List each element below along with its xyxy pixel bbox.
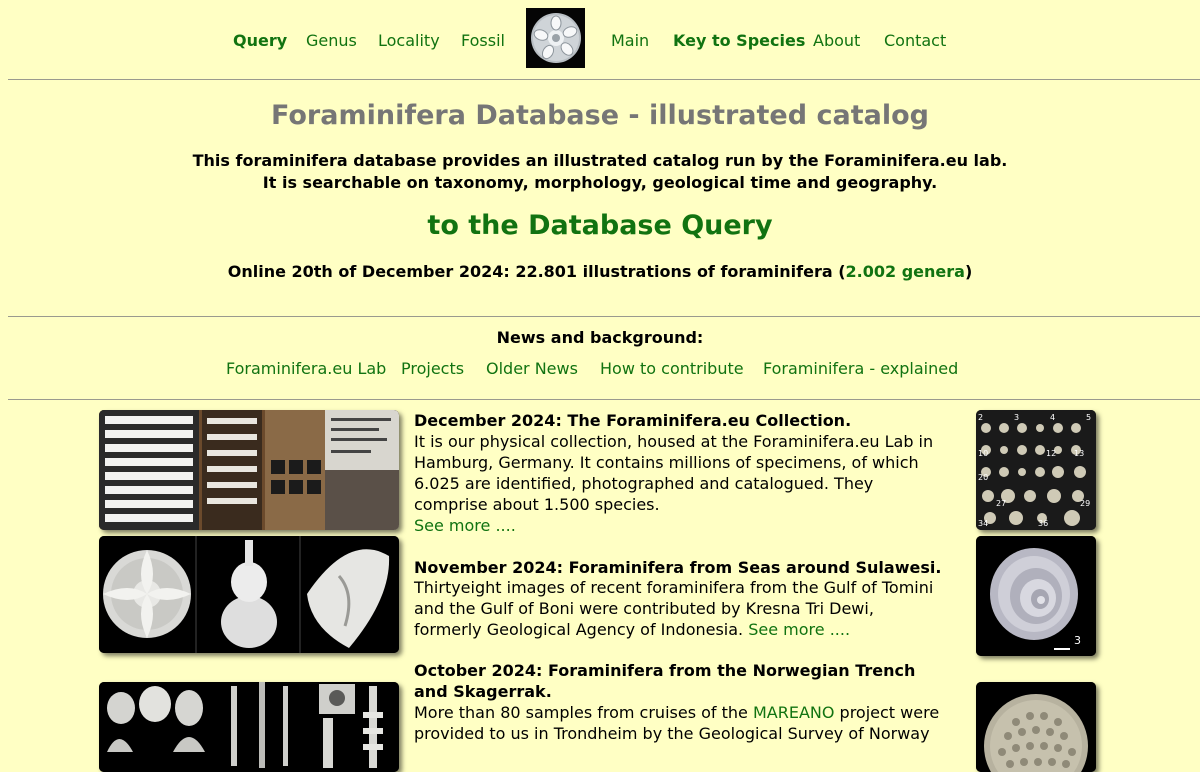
- intro-line-1: This foraminifera database provides an i…: [192, 151, 1008, 170]
- news-link-foraminifera-explained[interactable]: Foraminifera - explained: [763, 358, 958, 380]
- database-query-link[interactable]: to the Database Query: [0, 209, 1200, 243]
- genera-link[interactable]: 2.002 genera: [846, 262, 965, 281]
- entry-body: Thirtyeight images of recent foraminifer…: [414, 577, 944, 640]
- entry-text: Thirtyeight images of recent foraminifer…: [414, 578, 934, 639]
- grid-number: 27: [996, 499, 1006, 508]
- intro-line-2: It is searchable on taxonomy, morphology…: [262, 173, 938, 192]
- nav-fossil[interactable]: Fossil: [461, 31, 505, 51]
- grid-number: 3: [1014, 413, 1019, 422]
- entry-body: More than 80 samples from cruises of the…: [414, 702, 944, 744]
- entry-text: More than 80 samples from cruises of the: [414, 703, 753, 722]
- news-link-how-to-contribute[interactable]: How to contribute: [600, 358, 744, 380]
- slide-grid-image[interactable]: 2 3 4 5 10 12 13 20 27 29 34 36: [976, 410, 1096, 530]
- mareano-link[interactable]: MAREANO: [753, 703, 834, 722]
- divider: [8, 316, 1200, 317]
- grid-number: 5: [1086, 413, 1091, 422]
- entry-title: October 2024: Foraminifera from the Norw…: [414, 661, 916, 701]
- nav-locality[interactable]: Locality: [378, 31, 440, 51]
- nav-about[interactable]: About: [813, 31, 860, 51]
- grid-number: 29: [1080, 499, 1090, 508]
- grid-number: 36: [1038, 519, 1048, 528]
- sulawesi-foraminifera-image[interactable]: [99, 536, 399, 653]
- top-navigation: Query Genus Locality Fossil Main Key to …: [0, 0, 1200, 80]
- entry-text: It is our physical collection, housed at…: [414, 432, 934, 514]
- grid-number: 4: [1050, 413, 1055, 422]
- grid-number: 2: [978, 413, 983, 422]
- nav-contact[interactable]: Contact: [884, 31, 946, 51]
- page-title: Foraminifera Database - illustrated cata…: [271, 100, 929, 131]
- entry-body: It is our physical collection, housed at…: [414, 431, 944, 536]
- divider: [8, 399, 1200, 400]
- news-link-older-news[interactable]: Older News: [486, 358, 578, 380]
- entry-title: December 2024: The Foraminifera.eu Colle…: [414, 411, 852, 430]
- grid-number: 12: [1046, 449, 1056, 458]
- norwegian-trench-image[interactable]: [99, 682, 399, 772]
- reticulate-test-image[interactable]: [976, 682, 1096, 772]
- nav-key-to-species[interactable]: Key to Species: [673, 31, 805, 51]
- see-more-link[interactable]: See more ....: [748, 620, 850, 639]
- online-close: ): [964, 262, 973, 281]
- figure-number: 3: [1074, 634, 1081, 647]
- intro-text: This foraminifera database provides an i…: [0, 150, 1200, 194]
- entry-title: November 2024: Foraminifera from Seas ar…: [414, 558, 942, 577]
- divider: [8, 79, 1200, 80]
- news-heading: News and background:: [496, 328, 704, 347]
- grid-number: 20: [978, 473, 988, 482]
- online-status: Online 20th of December 2024: 22.801 ill…: [0, 261, 1200, 283]
- news-link-projects[interactable]: Projects: [401, 358, 464, 380]
- see-more-link[interactable]: See more ....: [414, 516, 516, 535]
- foraminifera-logo[interactable]: [526, 8, 585, 68]
- nav-genus[interactable]: Genus: [306, 31, 357, 51]
- online-text: Online 20th of December 2024: 22.801 ill…: [227, 262, 846, 281]
- grid-number: 34: [978, 519, 988, 528]
- grid-number: 13: [1074, 449, 1084, 458]
- nav-query[interactable]: Query: [233, 31, 287, 51]
- collection-drawers-image[interactable]: [99, 410, 399, 530]
- grid-number: 10: [978, 449, 988, 458]
- spiral-foraminifer-image[interactable]: 3: [976, 536, 1096, 656]
- news-link-lab[interactable]: Foraminifera.eu Lab: [226, 358, 386, 380]
- nav-main[interactable]: Main: [611, 31, 649, 51]
